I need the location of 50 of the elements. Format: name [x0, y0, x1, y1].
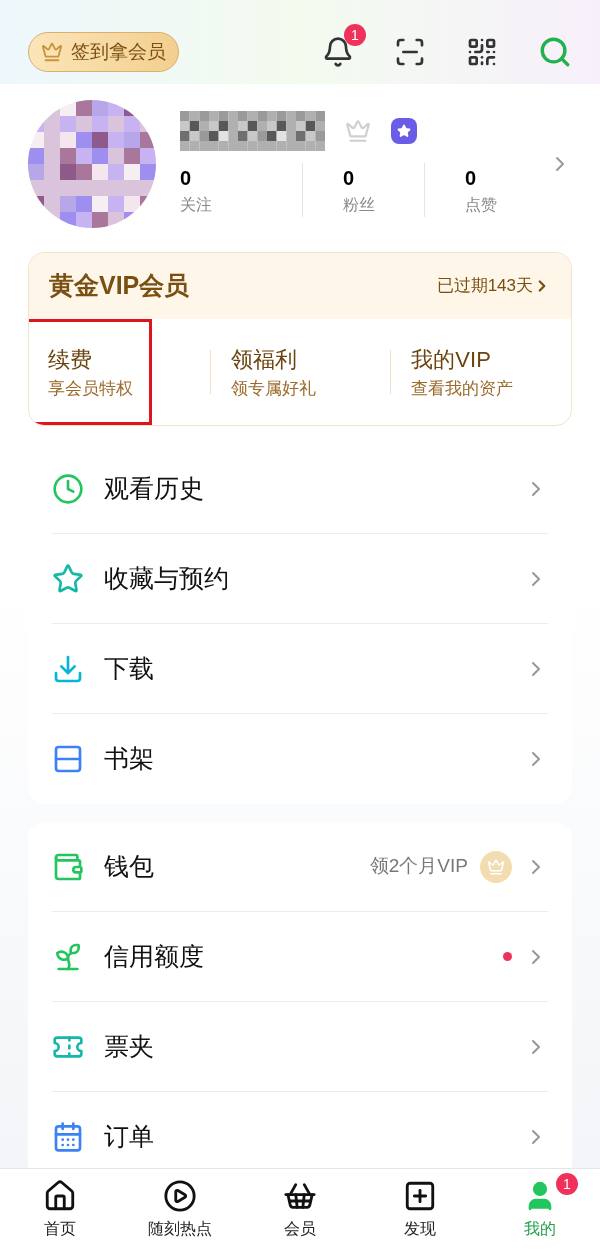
- menu-label: 订单: [104, 1121, 154, 1153]
- promo-text: 领2个月VIP: [369, 854, 468, 879]
- vip-status-link[interactable]: 已过期143天: [436, 273, 551, 299]
- vip-action[interactable]: 续费 享会员特权: [29, 319, 152, 425]
- vip-title: 黄金VIP会员: [49, 270, 190, 302]
- stat-label: 粉丝: [343, 195, 376, 215]
- crown-icon: [41, 41, 63, 63]
- menu-item[interactable]: 信用额度: [52, 912, 548, 1002]
- calendar-icon: [52, 1121, 84, 1153]
- search-icon[interactable]: [538, 35, 572, 69]
- tab[interactable]: 我的 1: [480, 1169, 600, 1251]
- menu-item[interactable]: 订单: [52, 1092, 548, 1168]
- star-icon: [52, 562, 84, 595]
- menu-item[interactable]: 书架: [52, 714, 548, 804]
- crown-icon: [345, 118, 371, 144]
- home-icon: [43, 1179, 77, 1213]
- notification-icon[interactable]: [322, 36, 354, 68]
- tab[interactable]: 发现: [360, 1169, 480, 1251]
- tab[interactable]: 首页: [0, 1169, 120, 1251]
- menu-label: 收藏与预约: [104, 562, 229, 594]
- level-badge-icon: [391, 118, 417, 144]
- notification-badge: 1: [344, 24, 366, 46]
- stat-label: 关注: [180, 195, 213, 215]
- menu-label: 下载: [104, 652, 154, 684]
- tab[interactable]: 会员: [240, 1169, 360, 1251]
- tab-badge: 1: [556, 1173, 578, 1195]
- stat-value: 0: [180, 166, 193, 191]
- menu-item[interactable]: 观看历史: [52, 444, 548, 534]
- menu-label: 观看历史: [104, 472, 204, 504]
- qr-code-icon[interactable]: [466, 36, 498, 68]
- menu-label: 钱包: [104, 850, 154, 882]
- menu-label: 信用额度: [104, 940, 204, 972]
- crown-icon: [480, 850, 512, 883]
- menu-item[interactable]: 下载: [52, 624, 548, 714]
- menu-item[interactable]: 收藏与预约: [52, 534, 548, 624]
- vip-action[interactable]: 领福利 领专属好礼: [210, 319, 336, 425]
- clock-icon: [52, 472, 84, 505]
- menu-item[interactable]: 钱包 领2个月VIP: [52, 822, 548, 912]
- plus-icon: [403, 1179, 437, 1213]
- checkin-button[interactable]: 签到拿会员: [28, 32, 179, 72]
- menu-label: 票夹: [104, 1030, 154, 1062]
- stat-value: 0: [343, 166, 356, 191]
- vip-action[interactable]: 我的VIP 查看我的资产: [391, 319, 534, 425]
- stat-label: 点赞: [465, 195, 498, 215]
- scan-icon[interactable]: [394, 36, 426, 68]
- play-icon: [163, 1179, 197, 1213]
- stat-value: 0: [465, 166, 478, 191]
- menu-label: 书架: [104, 743, 154, 775]
- menu-item[interactable]: 票夹: [52, 1002, 548, 1092]
- tab[interactable]: 随刻热点: [120, 1169, 240, 1251]
